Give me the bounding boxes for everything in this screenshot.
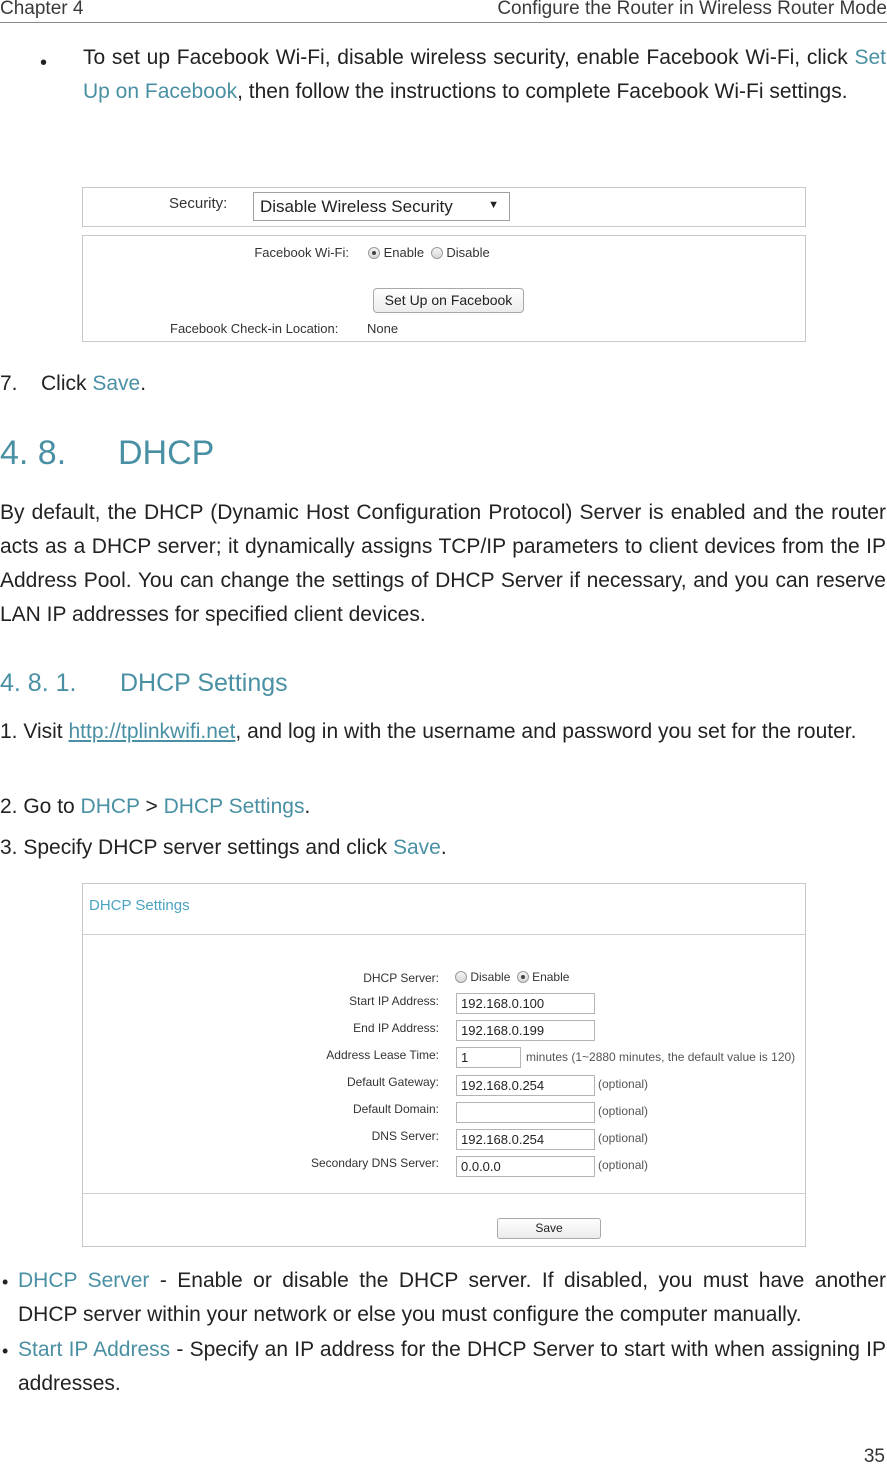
facebook-wifi-panel: Facebook Wi-Fi: Enable Disable Set Up on… (82, 235, 806, 342)
bullet-icon: • (40, 52, 48, 74)
dhcp-server-desc-text: - Enable or disable the DHCP server. If … (18, 1269, 886, 1326)
default-gateway-input[interactable]: 192.168.0.254 (456, 1075, 595, 1096)
chapter-title: Configure the Router in Wireless Router … (497, 0, 887, 19)
setup-facebook-button[interactable]: Set Up on Facebook (373, 288, 524, 313)
subsection-number: 4. 8. 1. (0, 669, 77, 697)
default-domain-note: (optional) (598, 1104, 649, 1118)
dhcp-server-options: Disable Enable (455, 970, 569, 984)
dhcp-panel-title: DHCP Settings (89, 897, 190, 914)
page-number: 35 (863, 1446, 885, 1467)
start-ip-term: Start IP Address (18, 1338, 171, 1361)
tplinkwifi-link[interactable]: http://tplinkwifi.net (68, 720, 235, 743)
lease-time-note: minutes (1~2880 minutes, the default val… (526, 1050, 796, 1064)
start-ip-label: Start IP Address: (349, 994, 439, 1008)
save-link[interactable]: Save (92, 372, 140, 395)
start-ip-input[interactable]: 192.168.0.100 (456, 993, 595, 1014)
step-3-text: 3. Specify DHCP server settings and clic… (0, 836, 393, 859)
step-1: 1. Visit http://tplinkwifi.net, and log … (0, 715, 886, 749)
secondary-dns-input[interactable]: 0.0.0.0 (456, 1156, 595, 1177)
facebook-wifi-label: Facebook Wi-Fi: (254, 245, 349, 260)
disable-radio[interactable] (430, 247, 443, 259)
step-7: 7. Click Save. (0, 367, 146, 401)
panel-divider-bottom (83, 1193, 805, 1194)
chapter-label: Chapter 4 (0, 0, 84, 19)
section-number: 4. 8. (0, 434, 67, 472)
lease-time-label: Address Lease Time: (326, 1048, 439, 1062)
intro-text: To set up Facebook Wi-Fi, disable wirele… (83, 46, 855, 69)
dhcp-server-label: DHCP Server: (363, 971, 439, 985)
dhcp-disable-radio[interactable] (455, 971, 467, 983)
bullet-icon: • (2, 1341, 9, 1361)
end-ip-label: End IP Address: (353, 1021, 439, 1035)
default-gateway-note: (optional) (598, 1077, 649, 1091)
bullet-icon: • (2, 1272, 9, 1292)
checkin-label: Facebook Check-in Location: (170, 321, 339, 336)
step-3-suffix: . (440, 836, 447, 859)
end-ip-input[interactable]: 192.168.0.199 (456, 1020, 595, 1041)
dhcp-save-button[interactable]: Save (497, 1218, 601, 1239)
dhcp-server-term: DHCP Server (18, 1269, 150, 1292)
step-1-text: 1. Visit (0, 720, 69, 743)
section-title: DHCP (118, 434, 215, 472)
default-domain-label: Default Domain: (352, 1102, 439, 1116)
security-select-value: Disable Wireless Security (260, 197, 453, 216)
facebook-wifi-options: Enable Disable (368, 245, 490, 260)
step-2-suffix: . (304, 795, 311, 818)
intro-bullet-text: To set up Facebook Wi-Fi, disable wirele… (83, 41, 886, 109)
default-gateway-label: Default Gateway: (346, 1075, 439, 1089)
section-paragraph: By default, the DHCP (Dynamic Host Confi… (0, 501, 886, 626)
subsection-title: DHCP Settings (120, 669, 288, 697)
enable-radio[interactable] (368, 247, 380, 259)
step-1-suffix: , and log in with the username and passw… (235, 720, 857, 743)
dropdown-arrow-icon: ▼ (488, 199, 499, 211)
dhcp-enable-label: Enable (532, 970, 570, 984)
dns-server-note: (optional) (598, 1131, 649, 1145)
dns-server-label: DNS Server: (371, 1129, 439, 1143)
header-divider (0, 22, 887, 23)
step-7-text: Click (41, 372, 93, 395)
step-3: 3. Specify DHCP server settings and clic… (0, 831, 447, 865)
intro-text-end: , then follow the instructions to comple… (237, 80, 848, 103)
step-7-end: . (140, 372, 147, 395)
step-2: 2. Go to DHCP > DHCP Settings. (0, 790, 310, 824)
step-2-text: 2. Go to (0, 795, 81, 818)
secondary-dns-note: (optional) (598, 1158, 649, 1172)
checkin-value: None (367, 321, 399, 336)
security-panel: Security: Disable Wireless Security ▼ (82, 187, 806, 227)
breadcrumb-separator: > (139, 795, 164, 818)
disable-radio-label: Disable (446, 245, 490, 260)
lease-time-input[interactable]: 1 (456, 1047, 521, 1068)
security-label: Security: (169, 195, 228, 212)
panel-divider-top (83, 934, 805, 935)
dhcp-disable-label: Disable (470, 970, 511, 984)
enable-radio-label: Enable (383, 245, 425, 260)
security-select[interactable]: Disable Wireless Security ▼ (253, 192, 510, 221)
dhcp-enable-radio[interactable] (516, 971, 529, 983)
start-ip-description: Start IP Address - Specify an IP address… (18, 1333, 886, 1401)
save-link-step-3[interactable]: Save (393, 836, 441, 859)
dhcp-menu-link[interactable]: DHCP (81, 795, 140, 818)
secondary-dns-label: Secondary DNS Server: (310, 1156, 439, 1170)
default-domain-input[interactable] (456, 1102, 595, 1123)
step-7-number: 7. (0, 372, 18, 395)
dhcp-settings-menu-link[interactable]: DHCP Settings (164, 795, 305, 818)
dhcp-settings-panel: DHCP Settings DHCP Server: Disable Enabl… (82, 883, 806, 1247)
dhcp-server-description: DHCP Server - Enable or disable the DHCP… (18, 1264, 886, 1332)
dns-server-input[interactable]: 192.168.0.254 (456, 1129, 595, 1150)
